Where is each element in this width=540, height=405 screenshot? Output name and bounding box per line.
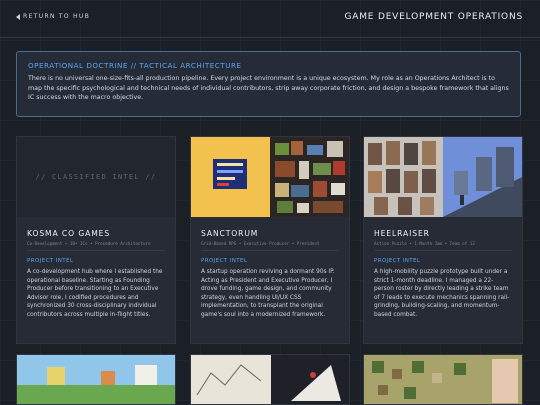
sanctorum-screenshot bbox=[191, 137, 349, 217]
project-intel-text: A high-mobility puzzle prototype built u… bbox=[374, 269, 510, 318]
project-card-sanctorum[interactable]: SANCTORUM Grid-Based RPG • Executive Pro… bbox=[190, 136, 350, 344]
card-divider bbox=[27, 250, 165, 251]
project-intel-label: PROJECT INTEL bbox=[374, 258, 421, 264]
doctrine-panel: OPERATIONAL DOCTRINE // TACTICAL ARCHITE… bbox=[16, 51, 521, 117]
card-image-heelraiser bbox=[364, 137, 522, 217]
project-card-heelraiser[interactable]: HEELRAISER Action Puzzle • 1-Month Jam •… bbox=[363, 136, 523, 344]
card-meta: Co-Development • 10+ ICs • Procedure Arc… bbox=[27, 241, 151, 246]
project-card-preview-3[interactable] bbox=[363, 354, 523, 405]
card-meta: Grid-Based RPG • Executive Producer • Pr… bbox=[201, 241, 320, 246]
project-card-kosma[interactable]: // CLASSIFIED INTEL // KOSMA CO GAMES Co… bbox=[16, 136, 176, 344]
header-divider bbox=[0, 37, 540, 38]
top-bar: RETURN TO HUB GAME DEVELOPMENT OPERATION… bbox=[0, 0, 540, 36]
card-meta: Action Puzzle • 1-Month Jam • Team of 12 bbox=[374, 241, 475, 246]
return-to-hub-link[interactable]: RETURN TO HUB bbox=[16, 13, 90, 20]
card-image-kosma: // CLASSIFIED INTEL // bbox=[17, 137, 175, 217]
project-intel-text: A co-development hub where I established… bbox=[27, 269, 163, 318]
classified-placeholder: // CLASSIFIED INTEL // bbox=[17, 137, 175, 217]
project-card-preview-1[interactable] bbox=[16, 354, 176, 405]
preview-image-3 bbox=[364, 355, 522, 404]
preview-image-2 bbox=[191, 355, 349, 404]
card-title: HEELRAISER bbox=[374, 229, 430, 238]
back-arrow-icon bbox=[16, 13, 20, 20]
preview-image-1 bbox=[17, 355, 175, 404]
doctrine-body: There is no universal one-size-fits-all … bbox=[28, 75, 509, 102]
project-intel-label: PROJECT INTEL bbox=[201, 258, 248, 264]
return-to-hub-label: RETURN TO HUB bbox=[23, 13, 91, 20]
doctrine-heading: OPERATIONAL DOCTRINE // TACTICAL ARCHITE… bbox=[28, 61, 242, 70]
heelraiser-screenshot bbox=[364, 137, 522, 217]
page-title: GAME DEVELOPMENT OPERATIONS bbox=[344, 12, 523, 22]
card-divider bbox=[201, 250, 339, 251]
project-intel-label: PROJECT INTEL bbox=[27, 258, 74, 264]
card-title: SANCTORUM bbox=[201, 229, 259, 238]
card-title: KOSMA CO GAMES bbox=[27, 229, 111, 238]
card-divider bbox=[374, 250, 512, 251]
project-card-preview-2[interactable] bbox=[190, 354, 350, 405]
card-image-sanctorum bbox=[191, 137, 349, 217]
project-intel-text: A startup operation reviving a dormant 9… bbox=[201, 269, 335, 318]
